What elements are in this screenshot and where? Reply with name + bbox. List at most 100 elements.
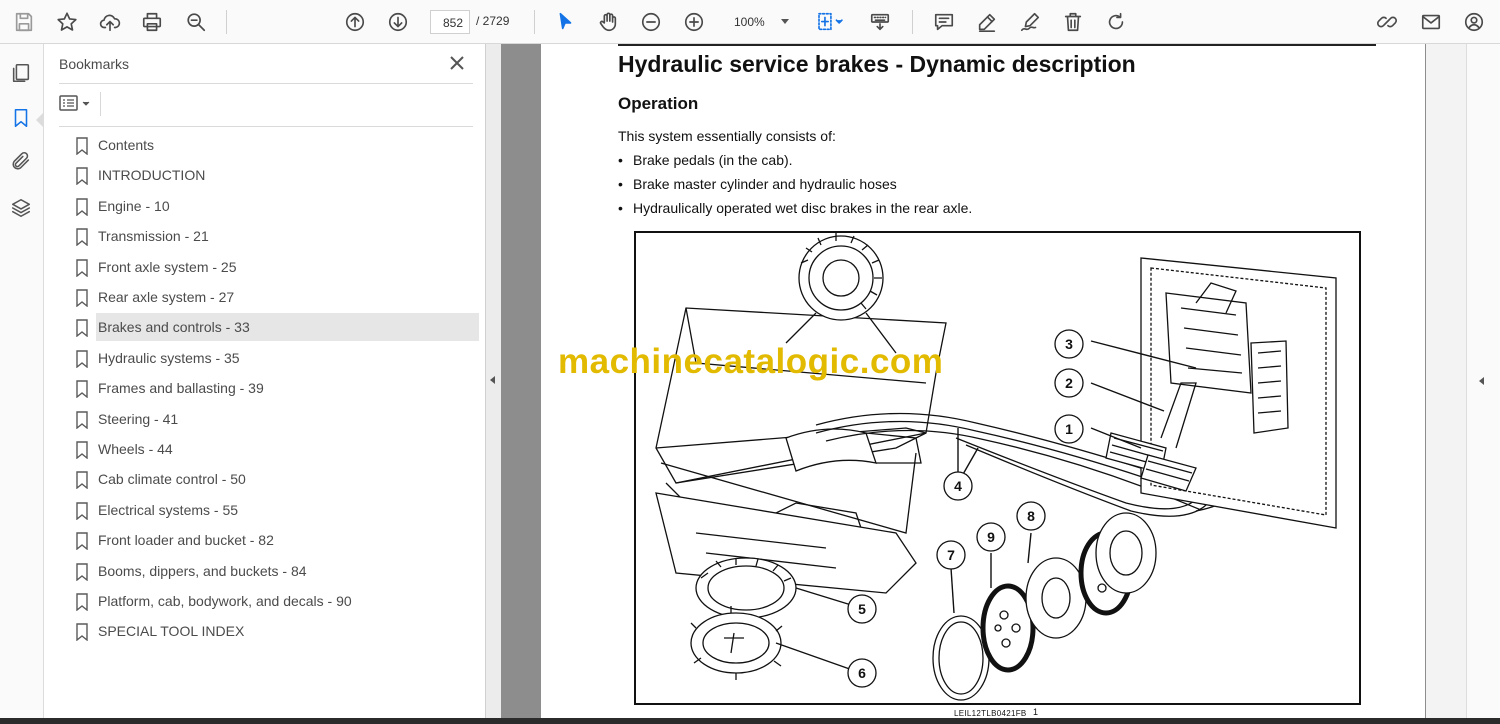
bookmark-item[interactable]: Wheels - 44 [74, 435, 479, 463]
comment-icon[interactable] [930, 8, 958, 36]
bookmark-item[interactable]: Booms, dippers, and buckets - 84 [74, 557, 479, 585]
bookmark-icon [76, 410, 88, 430]
list-options-icon [59, 95, 90, 111]
print-icon[interactable] [138, 8, 166, 36]
bookmark-item[interactable]: Steering - 41 [74, 405, 479, 433]
page-down-icon[interactable] [384, 8, 412, 36]
select-cursor-icon[interactable] [551, 8, 579, 36]
save-icon[interactable] [10, 8, 38, 36]
bookmark-label: Contents [98, 137, 155, 153]
panel-splitter[interactable] [486, 44, 501, 724]
keyboard-icon[interactable] [866, 8, 894, 36]
bookmark-item[interactable]: Cab climate control - 50 [74, 465, 479, 493]
bookmark-label: SPECIAL TOOL INDEX [98, 623, 245, 640]
bookmark-label: Front loader and bucket - 82 [98, 532, 274, 549]
bookmark-icon [76, 319, 88, 338]
callout-label: 9 [987, 529, 995, 545]
collapse-arrow-icon[interactable] [490, 376, 495, 384]
document-scroll-track[interactable] [1426, 44, 1466, 724]
bookmark-label: INTRODUCTION [98, 167, 206, 184]
callout-label: 4 [954, 478, 962, 494]
left-navigation-rail [0, 44, 44, 724]
upload-icon[interactable] [96, 8, 124, 36]
expand-tools-arrow-icon[interactable] [1479, 377, 1484, 385]
bookmark-item[interactable]: Hydraulic systems - 35 [74, 344, 479, 372]
bookmarks-panel: Bookmarks Contents INTRODUCTION Engine - 1… [44, 44, 486, 724]
bookmark-item[interactable]: Electrical systems - 55 [74, 496, 479, 524]
bookmark-item[interactable]: Platform, cab, bodywork, and decals - 90 [74, 587, 479, 615]
mail-icon[interactable] [1417, 8, 1445, 36]
callout-label: 3 [1065, 336, 1073, 352]
rotate-icon[interactable] [1102, 8, 1130, 36]
bookmark-icon [76, 532, 88, 551]
zoom-select[interactable]: 100% [723, 10, 799, 34]
fit-page-icon[interactable] [812, 8, 848, 36]
bookmark-item[interactable]: Front axle system - 25 [74, 253, 479, 281]
bookmark-icon [76, 198, 88, 217]
sign-icon[interactable] [1016, 8, 1044, 36]
bookmark-panel-icon[interactable] [8, 105, 34, 131]
delete-icon[interactable] [1059, 8, 1087, 36]
zoom-search-icon[interactable] [182, 8, 210, 36]
callout-label: 5 [858, 601, 866, 617]
bookmark-item[interactable]: Transmission - 21 [74, 222, 479, 250]
bookmark-icon [76, 137, 88, 156]
active-panel-pointer [36, 112, 44, 128]
bookmark-icon [76, 441, 88, 460]
bookmark-label: Hydraulic systems - 35 [98, 349, 240, 366]
close-icon[interactable] [446, 52, 468, 74]
bookmark-item[interactable]: Brakes and controls - 33 [74, 313, 479, 342]
bookmark-label: Transmission - 21 [98, 228, 209, 245]
document-viewport[interactable]: Hydraulic service brakes - Dynamic descr… [501, 44, 1426, 724]
bookmark-icon [76, 258, 88, 278]
bookmark-label: Rear axle system - 27 [98, 289, 235, 305]
link-icon[interactable] [1373, 8, 1401, 36]
account-icon[interactable] [1460, 8, 1488, 36]
callout-label: 7 [947, 547, 955, 563]
page-total: / 2729 [476, 14, 510, 28]
callout-label: 2 [1065, 375, 1073, 391]
star-icon[interactable] [53, 8, 81, 36]
page-top-rule [618, 44, 1376, 46]
zoom-in-icon[interactable] [680, 8, 708, 36]
bookmark-icon [76, 623, 88, 642]
bookmark-icon [76, 380, 88, 399]
bookmark-label: Front axle system - 25 [98, 258, 237, 275]
bookmark-item[interactable]: Contents [74, 131, 479, 159]
bookmark-label: Platform, cab, bodywork, and decals - 90 [98, 593, 352, 609]
bookmark-icon [76, 350, 88, 369]
bookmark-label: Booms, dippers, and buckets - 84 [98, 562, 307, 579]
taskbar-edge [0, 718, 1500, 724]
panel-title: Bookmarks [59, 56, 130, 72]
toolbar-divider [912, 10, 913, 34]
layers-icon[interactable] [8, 195, 34, 221]
bookmark-icon [76, 562, 88, 582]
callout-label: 6 [858, 665, 866, 681]
callout-label: 1 [1065, 421, 1073, 437]
bookmark-item[interactable]: SPECIAL TOOL INDEX [74, 617, 479, 645]
zoom-value: 100% [734, 15, 765, 29]
zoom-out-icon[interactable] [637, 8, 665, 36]
bookmark-item[interactable]: Engine - 10 [74, 192, 479, 220]
page-number-input[interactable]: 852 [430, 10, 470, 34]
highlight-pen-icon[interactable] [973, 8, 1001, 36]
page-up-icon[interactable] [341, 8, 369, 36]
figure-code: LEIL12TLB0421FB [954, 709, 1027, 718]
bookmark-label: Steering - 41 [98, 410, 179, 427]
pdf-page: Hydraulic service brakes - Dynamic descr… [541, 44, 1425, 724]
callout-label: 8 [1027, 508, 1035, 524]
bookmark-icon [76, 502, 88, 521]
bookmark-label: Engine - 10 [98, 197, 170, 214]
bookmark-item[interactable]: Frames and ballasting - 39 [74, 374, 479, 402]
bookmark-icon [76, 289, 88, 308]
hand-tool-icon[interactable] [594, 8, 622, 36]
bookmark-options-button[interactable] [58, 93, 94, 115]
figure-number: 1 [1033, 707, 1039, 717]
page-thumbnails-icon[interactable] [8, 60, 34, 86]
divider [59, 126, 473, 127]
bookmark-item[interactable]: INTRODUCTION [74, 161, 479, 189]
bookmark-item[interactable]: Rear axle system - 27 [74, 283, 479, 311]
bookmark-item[interactable]: Front loader and bucket - 82 [74, 526, 479, 554]
brake-system-figure: 3 2 1 4 5 6 7 9 8 [634, 231, 1361, 705]
attachments-icon[interactable] [8, 148, 34, 174]
